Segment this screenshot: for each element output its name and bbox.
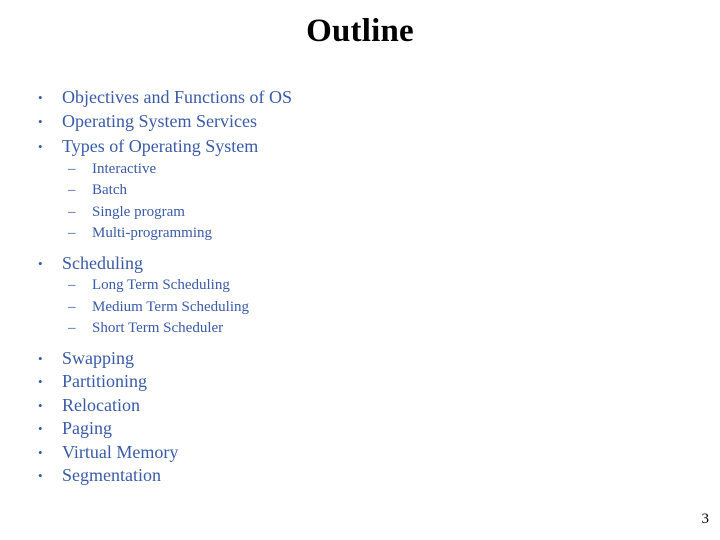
outline-item: • Objectives and Functions of OS	[30, 86, 680, 110]
page-number: 3	[701, 511, 710, 527]
dot-bullet-icon: •	[38, 397, 43, 413]
outline-body: • Objectives and Functions of OS • Operatin…	[30, 86, 680, 488]
outline-subitem-label: Interactive	[92, 160, 157, 177]
dot-bullet-icon: •	[38, 350, 43, 366]
outline-item-label: Partitioning	[62, 371, 147, 391]
outline-item-label: Swapping	[62, 347, 134, 368]
outline-item: • Virtual Memory	[30, 441, 680, 465]
dot-bullet-icon: •	[38, 444, 43, 460]
outline-subitem-label: Batch	[92, 182, 127, 198]
outline-subitem-label: Single program	[92, 203, 185, 220]
outline-subitem: – Interactive	[30, 159, 680, 181]
dash-bullet-icon: –	[68, 203, 76, 220]
outline-subitem: – Multi-programming	[30, 223, 680, 245]
outline-subitem-label: Multi-programming	[92, 225, 212, 241]
dash-bullet-icon: –	[68, 160, 76, 177]
outline-subitem-label: Medium Term Scheduling	[92, 298, 249, 315]
outline-item: • Operating System Services	[30, 110, 680, 134]
outline-subitem-label: Short Term Scheduler	[92, 320, 224, 336]
outline-item-label: Types of Operating System	[62, 136, 259, 156]
dash-bullet-icon: –	[68, 277, 76, 293]
outline-item-label: Segmentation	[62, 465, 161, 485]
outline-item: • Partitioning	[30, 370, 680, 394]
dot-bullet-icon: •	[38, 468, 43, 483]
outline-item: • Paging	[30, 417, 680, 441]
outline-item: • Segmentation	[30, 464, 680, 488]
outline-item-label: Relocation	[62, 394, 140, 415]
outline-subitem: – Medium Term Scheduling	[30, 297, 680, 319]
dot-bullet-icon: •	[38, 421, 43, 436]
outline-subitem: – Batch	[30, 180, 680, 202]
outline-item-label: Virtual Memory	[62, 441, 179, 462]
outline-item: • Scheduling	[30, 252, 680, 276]
outline-item-label: Operating System Services	[62, 110, 257, 131]
outline-item-label: Paging	[62, 418, 113, 438]
dot-bullet-icon: •	[38, 113, 43, 129]
dash-bullet-icon: –	[68, 182, 76, 198]
dot-bullet-icon: •	[38, 139, 43, 154]
dot-bullet-icon: •	[38, 90, 43, 105]
outline-subitem: – Single program	[30, 202, 680, 224]
dash-bullet-icon: –	[68, 320, 76, 336]
outline-item: • Types of Operating System	[30, 135, 680, 159]
outline-list: • Objectives and Functions of OS • Operatin…	[30, 86, 680, 488]
dot-bullet-icon: •	[38, 255, 43, 271]
outline-subitem: – Long Term Scheduling	[30, 275, 680, 297]
dot-bullet-icon: •	[38, 374, 43, 389]
slide: Outline • Objectives and Functions of OS •…	[0, 0, 720, 540]
page-title: Outline	[306, 13, 414, 49]
outline-subitem-label: Long Term Scheduling	[92, 277, 230, 293]
outline-item-label: Objectives and Functions of OS	[62, 87, 292, 107]
outline-item: • Swapping	[30, 347, 680, 371]
outline-item-label: Scheduling	[62, 252, 143, 273]
dash-bullet-icon: –	[68, 298, 76, 315]
outline-subitem: – Short Term Scheduler	[30, 318, 680, 340]
dash-bullet-icon: –	[68, 225, 76, 241]
outline-item: • Relocation	[30, 394, 680, 418]
